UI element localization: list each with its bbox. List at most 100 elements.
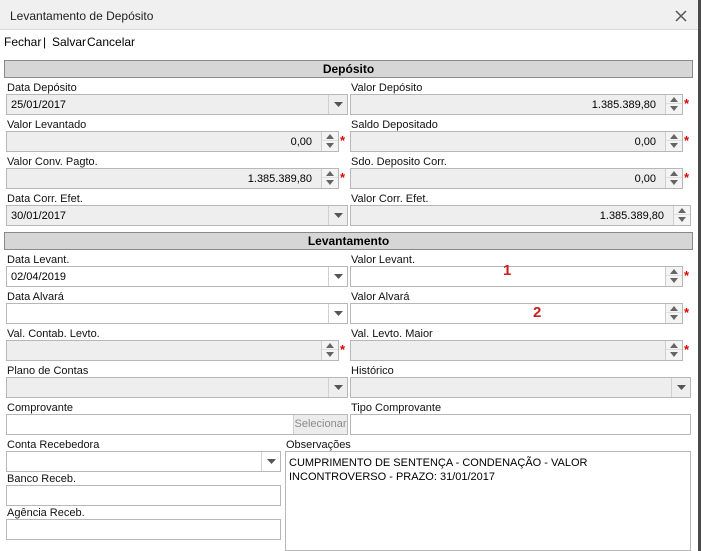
spinner[interactable] xyxy=(665,267,682,286)
conta-recebedora-label: Conta Recebedora xyxy=(7,439,100,451)
fechar-button[interactable]: Fechar xyxy=(4,35,41,49)
data-alvara-label: Data Alvará xyxy=(7,291,64,303)
historico-field[interactable] xyxy=(350,377,691,398)
required-mark: * xyxy=(340,342,346,357)
spin-down-icon[interactable] xyxy=(322,350,338,359)
val-levto-maior-label: Val. Levto. Maior xyxy=(351,328,433,340)
valor-corr-field[interactable]: 1.385.389,80 xyxy=(350,205,691,226)
spin-up-icon[interactable] xyxy=(666,95,682,104)
data-corr-label: Data Corr. Efet. xyxy=(7,193,83,205)
spinner[interactable] xyxy=(665,132,682,151)
section-levantamento: Levantamento xyxy=(4,232,693,250)
historico-label: Histórico xyxy=(351,365,394,377)
required-mark: * xyxy=(684,133,690,148)
required-mark: * xyxy=(340,133,346,148)
data-deposito-field[interactable]: 25/01/2017 xyxy=(6,94,348,115)
spin-up-icon[interactable] xyxy=(666,169,682,178)
spinner[interactable] xyxy=(665,95,682,114)
data-corr-field[interactable]: 30/01/2017 xyxy=(6,205,348,226)
spinner[interactable] xyxy=(665,341,682,360)
val-levto-maior-field[interactable] xyxy=(350,340,683,361)
spin-down-icon[interactable] xyxy=(666,141,682,150)
saldo-depositado-label: Saldo Depositado xyxy=(351,119,438,131)
spin-up-icon[interactable] xyxy=(666,267,682,276)
spin-down-icon[interactable] xyxy=(674,215,690,224)
conta-recebedora-field[interactable] xyxy=(6,451,281,472)
required-mark: * xyxy=(684,305,690,320)
spin-up-icon[interactable] xyxy=(674,206,690,215)
val-contab-field[interactable] xyxy=(6,340,339,361)
spinner[interactable] xyxy=(321,132,338,151)
menu-separator: | xyxy=(43,35,47,49)
tipo-comprovante-field[interactable] xyxy=(350,414,691,435)
salvar-button[interactable]: Salvar xyxy=(52,35,86,49)
required-mark: * xyxy=(684,170,690,185)
valor-levant-label: Valor Levant. xyxy=(351,254,416,266)
section-deposito: Depósito xyxy=(4,60,693,78)
spinner[interactable] xyxy=(321,169,338,188)
required-mark: * xyxy=(684,342,690,357)
comprovante-field[interactable]: Selecionar xyxy=(6,414,348,435)
saldo-depositado-field[interactable]: 0,00 xyxy=(350,131,683,152)
banco-receb-label: Banco Receb. xyxy=(7,473,77,485)
spinner[interactable] xyxy=(673,206,690,225)
required-mark: * xyxy=(684,96,690,111)
valor-levantado-field[interactable]: 0,00 xyxy=(6,131,339,152)
valor-corr-label: Valor Corr. Efet. xyxy=(351,193,429,205)
chevron-down-icon[interactable] xyxy=(671,378,690,397)
plano-contas-field[interactable] xyxy=(6,377,348,398)
required-mark: * xyxy=(684,268,690,283)
banco-receb-field[interactable] xyxy=(6,485,281,506)
observacoes-label: Observações xyxy=(286,439,351,451)
spin-up-icon[interactable] xyxy=(322,169,338,178)
valor-deposito-field[interactable]: 1.385.389,80 xyxy=(350,94,683,115)
observacoes-textarea[interactable]: CUMPRIMENTO DE SENTENÇA - CONDENAÇÃO - V… xyxy=(285,451,691,551)
window-title: Levantamento de Depósito xyxy=(10,9,154,23)
selecionar-button[interactable]: Selecionar xyxy=(293,415,347,434)
spin-down-icon[interactable] xyxy=(666,104,682,113)
data-levant-field[interactable]: 02/04/2019 xyxy=(6,266,348,287)
spin-up-icon[interactable] xyxy=(666,132,682,141)
agencia-receb-label: Agência Receb. xyxy=(7,507,85,519)
tipo-comprovante-label: Tipo Comprovante xyxy=(351,402,442,414)
chevron-down-icon[interactable] xyxy=(328,95,347,114)
agencia-receb-field[interactable] xyxy=(6,519,281,540)
spin-down-icon[interactable] xyxy=(666,313,682,322)
annotation-2: 2 xyxy=(533,304,542,321)
required-mark: * xyxy=(340,170,346,185)
chevron-down-icon[interactable] xyxy=(328,304,347,323)
spinner[interactable] xyxy=(321,341,338,360)
cancelar-button[interactable]: Cancelar xyxy=(87,35,135,49)
valor-levantado-label: Valor Levantado xyxy=(7,119,87,131)
valor-conv-field[interactable]: 1.385.389,80 xyxy=(6,168,339,189)
annotation-1: 1 xyxy=(503,262,512,279)
chevron-down-icon[interactable] xyxy=(328,378,347,397)
spin-up-icon[interactable] xyxy=(666,304,682,313)
valor-alvara-field[interactable] xyxy=(350,303,683,324)
valor-levant-field[interactable] xyxy=(350,266,683,287)
chevron-down-icon[interactable] xyxy=(328,267,347,286)
spin-down-icon[interactable] xyxy=(666,350,682,359)
spinner[interactable] xyxy=(665,169,682,188)
spin-up-icon[interactable] xyxy=(322,341,338,350)
chevron-down-icon[interactable] xyxy=(328,206,347,225)
spin-down-icon[interactable] xyxy=(666,178,682,187)
close-icon[interactable] xyxy=(673,8,689,24)
data-alvara-field[interactable] xyxy=(6,303,348,324)
valor-deposito-label: Valor Depósito xyxy=(351,82,423,94)
sdo-deposito-corr-label: Sdo. Deposito Corr. xyxy=(351,156,447,168)
spin-up-icon[interactable] xyxy=(666,341,682,350)
data-deposito-label: Data Depósito xyxy=(7,82,77,94)
plano-contas-label: Plano de Contas xyxy=(7,365,89,377)
spin-down-icon[interactable] xyxy=(322,141,338,150)
spin-up-icon[interactable] xyxy=(322,132,338,141)
chevron-down-icon[interactable] xyxy=(261,452,280,471)
valor-conv-label: Valor Conv. Pagto. xyxy=(7,156,98,168)
spinner[interactable] xyxy=(665,304,682,323)
title-bar: Levantamento de Depósito xyxy=(0,0,701,30)
sdo-deposito-corr-field[interactable]: 0,00 xyxy=(350,168,683,189)
spin-down-icon[interactable] xyxy=(666,276,682,285)
val-contab-label: Val. Contab. Levto. xyxy=(7,328,100,340)
comprovante-label: Comprovante xyxy=(7,402,74,414)
spin-down-icon[interactable] xyxy=(322,178,338,187)
